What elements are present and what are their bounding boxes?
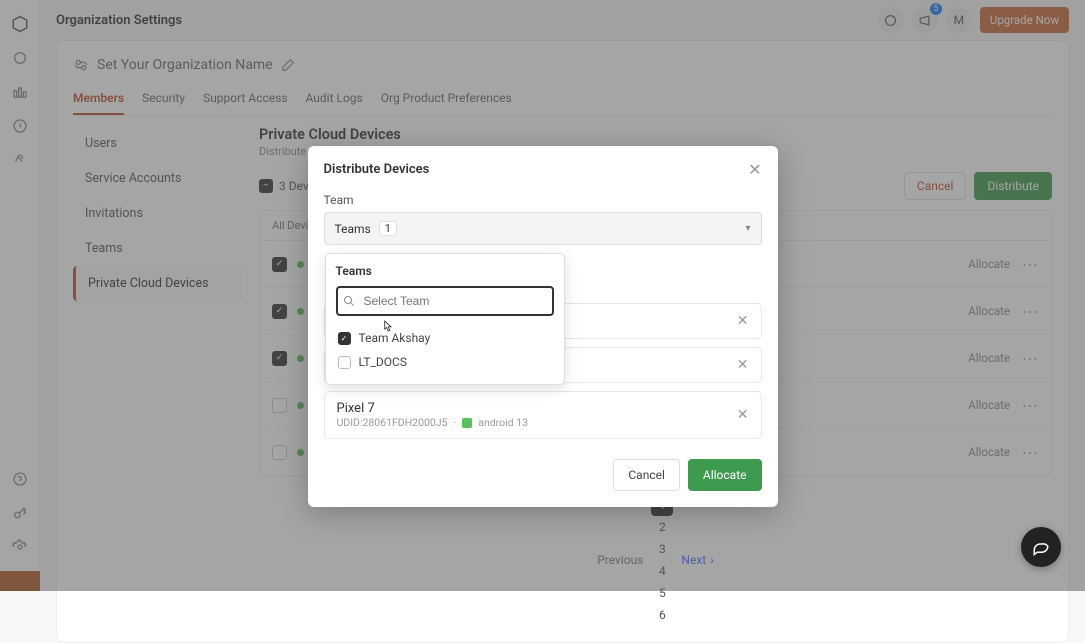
modal-cancel-button[interactable]: Cancel	[613, 459, 680, 491]
checkbox-icon: ✓	[338, 332, 351, 345]
chat-fab[interactable]	[1021, 527, 1061, 567]
caret-down-icon: ▾	[745, 223, 750, 234]
team-select[interactable]: Teams 1 ▾ Teams ✓ Team Akshay LT_DOCS	[324, 212, 762, 245]
team-label: Team	[324, 193, 762, 207]
remove-device-icon-2[interactable]: ✕	[737, 357, 749, 373]
device-os: android 13	[478, 416, 528, 429]
device-udid: UDID:28061FDH2000J5	[337, 416, 448, 429]
remove-device-icon-1[interactable]: ✕	[737, 313, 749, 329]
close-icon[interactable]: ✕	[748, 160, 761, 179]
remove-device-icon[interactable]: ✕	[737, 407, 749, 423]
checkbox-icon	[338, 356, 351, 369]
team-count: 1	[379, 221, 397, 236]
teams-dropdown: Teams ✓ Team Akshay LT_DOCS	[325, 253, 565, 385]
dropdown-title: Teams	[336, 264, 554, 278]
search-icon	[343, 295, 355, 307]
team-search-input[interactable]	[336, 286, 554, 316]
pager-page[interactable]: 6	[651, 604, 673, 626]
selected-device-card: Pixel 7 UDID:28061FDH2000J5 · android 13…	[324, 391, 762, 439]
modal-allocate-button[interactable]: Allocate	[688, 459, 762, 491]
android-icon	[462, 418, 472, 428]
modal-title: Distribute Devices	[324, 162, 430, 177]
device-name: Pixel 7	[337, 401, 529, 416]
distribute-modal: Distribute Devices ✕ Team Teams 1 ▾ Team…	[308, 146, 778, 507]
team-option-lt-docs[interactable]: LT_DOCS	[336, 350, 554, 374]
team-option-team-akshay[interactable]: ✓ Team Akshay	[336, 326, 554, 350]
